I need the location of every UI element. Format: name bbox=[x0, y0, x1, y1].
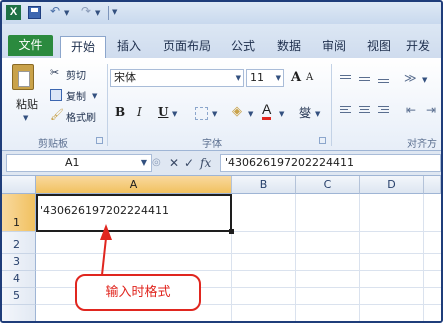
annotation-callout: 输入时格式 bbox=[75, 274, 201, 311]
callout-arrow bbox=[100, 224, 112, 276]
excel-window: X ↶ ▼ ↷ ▼ ▼ 文件 开始 插入 页面布局 公式 数据 审阅 视图 开发… bbox=[0, 0, 443, 323]
